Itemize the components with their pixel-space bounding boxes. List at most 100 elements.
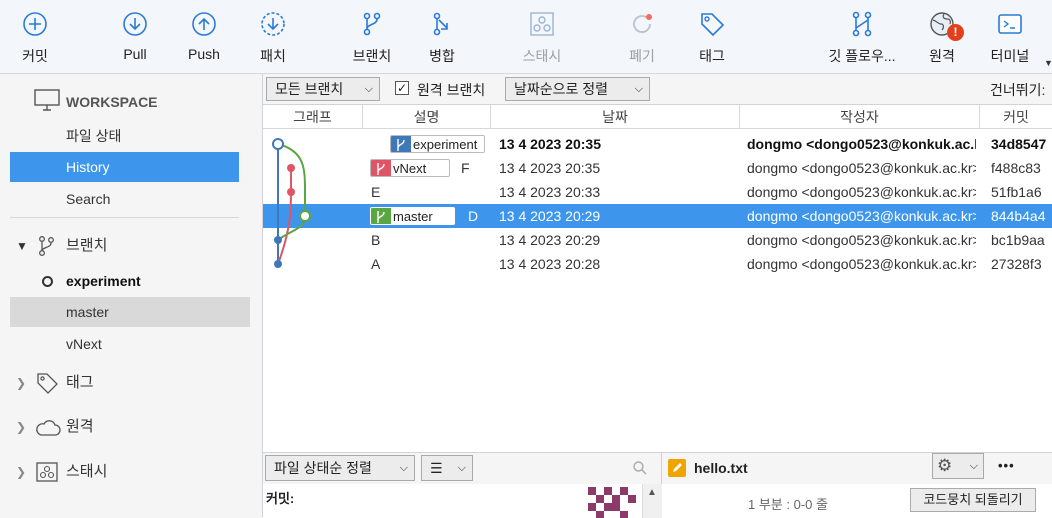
arrow-up-circle-icon bbox=[192, 12, 216, 36]
monitor-icon bbox=[34, 89, 60, 111]
hunk-info: 1 부분 : 0-0 줄 bbox=[748, 497, 828, 512]
merge-icon bbox=[433, 12, 448, 36]
commit-hash: 51fb1a6 bbox=[991, 184, 1042, 200]
sidebar-item-search[interactable]: Search bbox=[10, 184, 239, 214]
merge-label: 병합 bbox=[429, 48, 455, 64]
sidebar-branch-experiment[interactable]: experiment bbox=[10, 266, 239, 296]
chevron-down-icon: ⌵ bbox=[634, 83, 643, 95]
sidebar-branch-vnext[interactable]: vNext bbox=[10, 329, 239, 359]
sort-dropdown[interactable]: 날짜순으로 정렬 ⌵ bbox=[505, 77, 650, 101]
graph-node bbox=[287, 188, 295, 196]
diff-hunk-header: 1 부분 : 0-0 줄 코드뭉치 되돌리기 bbox=[662, 484, 1052, 518]
commit-description: B bbox=[371, 232, 381, 248]
more-options-button[interactable]: ••• bbox=[998, 458, 1015, 473]
commit-label: 커밋: bbox=[266, 491, 295, 506]
remote-branch-checkbox[interactable]: ✓ bbox=[395, 81, 409, 95]
branch-tag-icon bbox=[371, 160, 391, 176]
table-row[interactable]: vNext F 13 4 2023 20:35 dongmo <dongo052… bbox=[263, 156, 1052, 180]
branch-filter-dropdown[interactable]: 모든 브랜치 ⌵ bbox=[266, 77, 380, 101]
avatar bbox=[588, 487, 636, 518]
table-row[interactable]: E 13 4 2023 20:33 dongmo <dongo0523@konk… bbox=[263, 180, 1052, 204]
revert-hunk-button[interactable]: 코드뭉치 되돌리기 bbox=[910, 488, 1036, 512]
table-row-selected[interactable]: master D 13 4 2023 20:29 dongmo <dongo05… bbox=[263, 204, 1052, 228]
chevron-down-icon: ⌵ bbox=[969, 460, 978, 472]
commit-hash: 844b4a4 bbox=[991, 208, 1046, 224]
search-icon[interactable] bbox=[632, 460, 648, 476]
sidebar-section-remotes[interactable]: ❯ 원격 bbox=[10, 412, 240, 442]
diff-filename: hello.txt bbox=[694, 460, 748, 476]
sidebar-item-file-status[interactable]: 파일 상태 bbox=[10, 121, 239, 151]
commit-date: 13 4 2023 20:29 bbox=[499, 232, 601, 248]
commit-description: D bbox=[468, 208, 479, 224]
branch-tag-icon bbox=[371, 208, 391, 224]
discard-icon bbox=[633, 14, 652, 33]
commit-author: dongmo <dongo0523@konkuk.ac.kr> bbox=[747, 232, 976, 248]
stash-button[interactable]: 스태시 bbox=[510, 0, 574, 73]
branch-icon bbox=[39, 236, 54, 256]
gitflow-button[interactable]: 깃 플로우... bbox=[828, 0, 896, 73]
col-header-graph[interactable]: 그래프 bbox=[263, 105, 363, 129]
commit-button[interactable]: 커밋 bbox=[3, 0, 67, 73]
commit-description: F bbox=[461, 160, 470, 176]
tags-label: 태그 bbox=[66, 374, 94, 391]
col-header-date[interactable]: 날짜 bbox=[491, 105, 740, 129]
pull-button[interactable]: Pull bbox=[103, 0, 167, 73]
graph-node bbox=[299, 210, 311, 222]
sidebar-item-history[interactable]: History bbox=[10, 152, 239, 182]
terminal-button[interactable]: 터미널 bbox=[978, 0, 1042, 73]
table-row[interactable]: experiment 13 4 2023 20:35 dongmo <dongo… bbox=[263, 132, 1052, 156]
merge-button[interactable]: 병합 bbox=[410, 0, 474, 73]
commit-date: 13 4 2023 20:33 bbox=[499, 184, 601, 200]
arrow-down-circle-icon bbox=[123, 12, 147, 36]
col-header-commit[interactable]: 커밋 bbox=[980, 105, 1052, 129]
graph-node bbox=[272, 138, 284, 150]
branch-tag-label: experiment bbox=[413, 137, 478, 152]
col-header-description[interactable]: 설명 bbox=[363, 105, 491, 129]
sidebar-section-stashes[interactable]: ❯ 스태시 bbox=[10, 457, 240, 487]
commit-author: dongmo <dongo0523@konkuk.ac.kr> bbox=[747, 160, 976, 176]
branch-tag-label: master bbox=[393, 209, 433, 224]
sidebar-branch-master[interactable]: master bbox=[10, 297, 250, 327]
commit-hash: f488c83 bbox=[991, 160, 1041, 176]
graph-node bbox=[274, 236, 282, 244]
tag-icon bbox=[701, 13, 725, 37]
patch-button[interactable]: 패치 bbox=[241, 0, 305, 73]
commit-author: dongmo <dongo0523@konkuk.ac.kr> bbox=[747, 136, 976, 152]
commit-graph bbox=[272, 138, 311, 268]
diff-pane: hello.txt ⚙ ⌵ ••• 1 부분 : 0-0 줄 코드뭉치 되돌리기 bbox=[662, 452, 1052, 518]
chevron-down-icon: ⌵ bbox=[457, 462, 466, 474]
table-row[interactable]: A 13 4 2023 20:28 dongmo <dongo0523@konk… bbox=[263, 252, 1052, 276]
sidebar-section-branches[interactable]: ▼ 브랜치 bbox=[10, 231, 240, 261]
toolbar: 커밋 Pull Push 패치 브랜치 병합 스태시 폐기 태그 깃 플로우..… bbox=[0, 0, 1052, 74]
history-filter-bar: 모든 브랜치 ⌵ ✓ 원격 브랜치 날짜순으로 정렬 ⌵ 건너뛰기: bbox=[263, 74, 1052, 104]
table-row[interactable]: B 13 4 2023 20:29 dongmo <dongo0523@konk… bbox=[263, 228, 1052, 252]
chevron-down-icon: ▼ bbox=[16, 239, 28, 253]
commit-date: 13 4 2023 20:35 bbox=[499, 136, 601, 152]
commit-author: dongmo <dongo0523@konkuk.ac.kr> bbox=[747, 256, 976, 272]
col-header-author[interactable]: 작성자 bbox=[740, 105, 980, 129]
modified-file-icon bbox=[668, 459, 686, 477]
commit-hash: 27328f3 bbox=[991, 256, 1042, 272]
stashes-label: 스태시 bbox=[66, 463, 108, 480]
scroll-up-icon[interactable]: ▲ bbox=[647, 487, 657, 498]
commit-author: dongmo <dongo0523@konkuk.ac.kr> bbox=[747, 184, 976, 200]
view-mode-dropdown[interactable]: ☰ ⌵ bbox=[421, 455, 473, 481]
sidebar-section-tags[interactable]: ❯ 태그 bbox=[10, 368, 240, 398]
toolbar-overflow-icon[interactable]: ▼ bbox=[1044, 58, 1052, 68]
chevron-right-icon: ❯ bbox=[16, 376, 27, 390]
branch-icon bbox=[363, 12, 381, 36]
file-sort-dropdown[interactable]: 파일 상태순 정렬 ⌵ bbox=[265, 455, 415, 481]
commit-history-table: 그래프 설명 날짜 작성자 커밋 experiment 13 4 2023 20… bbox=[263, 104, 1052, 452]
tag-label: 태그 bbox=[699, 48, 725, 64]
settings-dropdown[interactable]: ⚙ ⌵ bbox=[932, 453, 984, 479]
commit-hash: 34d8547 bbox=[991, 136, 1047, 152]
remotes-label: 원격 bbox=[66, 418, 94, 435]
commit-description: A bbox=[371, 256, 381, 272]
tag-button[interactable]: 태그 bbox=[680, 0, 744, 73]
sidebar-divider bbox=[10, 217, 239, 218]
stash-icon bbox=[530, 12, 554, 36]
commit-date: 13 4 2023 20:35 bbox=[499, 160, 601, 176]
scrollbar[interactable]: ▲ bbox=[642, 484, 662, 518]
remote-branch-label: 원격 브랜치 bbox=[417, 82, 486, 98]
stash-label: 스태시 bbox=[522, 48, 562, 64]
